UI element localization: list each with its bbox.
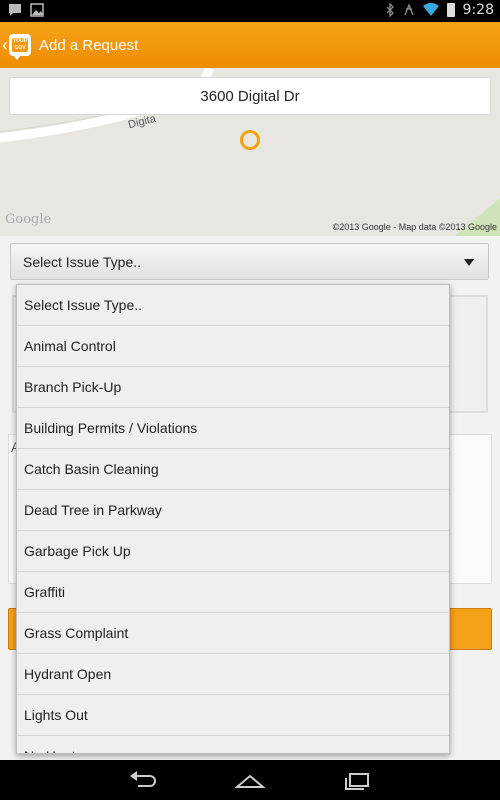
location-marker-icon[interactable] bbox=[240, 130, 260, 150]
page-title: Add a Request bbox=[39, 36, 139, 54]
issue-type-dropdown: Select Issue Type.. Animal Control Branch … bbox=[16, 284, 450, 754]
recents-icon[interactable] bbox=[342, 770, 372, 790]
home-icon[interactable] bbox=[235, 770, 265, 790]
issue-type-selected: Select Issue Type.. bbox=[23, 253, 142, 270]
wifi-icon bbox=[422, 3, 439, 16]
dropdown-item[interactable]: Lights Out bbox=[17, 695, 449, 736]
dropdown-item[interactable]: Grass Complaint bbox=[17, 613, 449, 654]
dropdown-item[interactable]: Garbage Pick Up bbox=[17, 531, 449, 572]
clock: 9:28 bbox=[462, 2, 494, 18]
chat-icon bbox=[9, 4, 21, 16]
status-bar: 9:28 bbox=[0, 0, 500, 22]
nfc-icon bbox=[403, 3, 414, 16]
image-icon bbox=[30, 3, 44, 17]
dropdown-item[interactable]: Animal Control bbox=[17, 326, 449, 367]
map-view[interactable]: 3600 Digital Dr Digita Google ©2013 Goog… bbox=[0, 68, 500, 236]
map-attribution: ©2013 Google - Map data ©2013 Google bbox=[332, 222, 497, 232]
dropdown-item[interactable]: Graffiti bbox=[17, 572, 449, 613]
dropdown-item[interactable]: Building Permits / Violations bbox=[17, 408, 449, 449]
dropdown-item[interactable]: Hydrant Open bbox=[17, 654, 449, 695]
bluetooth-icon bbox=[386, 3, 394, 17]
dropdown-arrow-icon bbox=[464, 259, 474, 266]
action-bar: ‹ YOUR GOV Add a Request bbox=[0, 22, 500, 68]
dropdown-item[interactable]: Branch Pick-Up bbox=[17, 367, 449, 408]
dropdown-item[interactable]: No Heat bbox=[17, 736, 449, 753]
issue-type-spinner[interactable]: Select Issue Type.. bbox=[10, 243, 489, 280]
battery-icon bbox=[446, 3, 455, 17]
app-logo[interactable]: YOUR GOV bbox=[9, 34, 31, 60]
navigation-bar bbox=[0, 760, 500, 800]
back-icon[interactable] bbox=[128, 770, 158, 790]
dropdown-item[interactable]: Catch Basin Cleaning bbox=[17, 449, 449, 490]
dropdown-item[interactable]: Select Issue Type.. bbox=[17, 285, 449, 326]
google-logo: Google bbox=[5, 212, 52, 227]
up-chevron-icon[interactable]: ‹ bbox=[2, 35, 8, 56]
address-field[interactable]: 3600 Digital Dr bbox=[9, 77, 491, 115]
app-logo-text: YOUR GOV bbox=[12, 38, 28, 52]
dropdown-item[interactable]: Dead Tree in Parkway bbox=[17, 490, 449, 531]
